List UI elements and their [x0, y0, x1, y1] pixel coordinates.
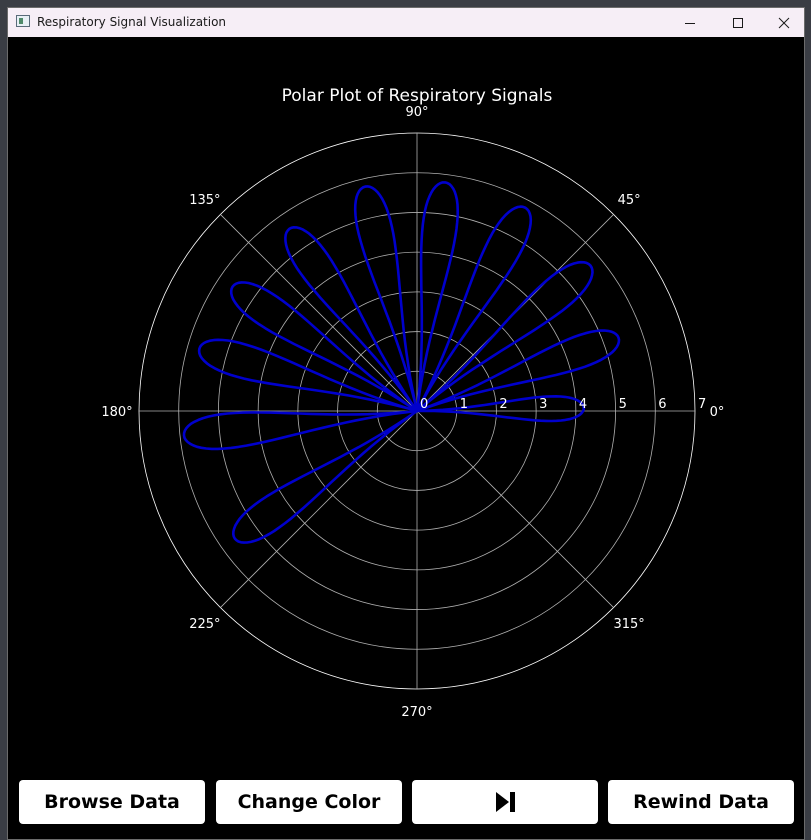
browse-data-button[interactable]: Browse Data — [19, 780, 205, 824]
angle-tick-label: 0° — [710, 405, 725, 420]
change-color-button[interactable]: Change Color — [216, 780, 402, 824]
signal-petal — [353, 185, 419, 412]
radial-tick-label: 0 — [420, 397, 428, 412]
skip-forward-icon — [496, 792, 515, 812]
radial-tick-label: 1 — [460, 397, 468, 412]
angle-tick-label: 135° — [189, 193, 220, 208]
radial-tick-label: 7 — [698, 397, 706, 412]
play-next-button[interactable] — [412, 780, 598, 824]
angle-tick-label: 45° — [618, 193, 641, 208]
radial-tick-label: 3 — [539, 397, 547, 412]
app-window: Respiratory Signal Visualization Polar P… — [7, 7, 805, 840]
minimize-button[interactable] — [667, 8, 713, 37]
title-bar[interactable]: Respiratory Signal Visualization — [8, 8, 804, 37]
angle-tick-label: 180° — [101, 405, 132, 420]
angle-tick-label: 270° — [401, 705, 432, 720]
close-button[interactable] — [761, 8, 807, 37]
maximize-icon — [733, 17, 743, 28]
action-button-bar: Browse Data Change Color Rewind Data — [19, 780, 795, 824]
angle-tick-label: 315° — [613, 617, 644, 632]
angle-tick-label: 90° — [405, 105, 428, 120]
app-icon — [16, 15, 30, 27]
rewind-data-button[interactable]: Rewind Data — [608, 780, 794, 824]
polar-chart: Polar Plot of Respiratory Signals 0° 45° 9… — [8, 37, 806, 777]
maximize-button[interactable] — [715, 8, 761, 37]
radial-tick-labels: 0 1 2 3 4 5 6 7 — [420, 397, 706, 412]
window-title: Respiratory Signal Visualization — [37, 15, 227, 29]
chart-title: Polar Plot of Respiratory Signals — [282, 86, 553, 106]
angle-tick-label: 225° — [189, 617, 220, 632]
minimize-icon — [685, 22, 695, 24]
radial-tick-label: 5 — [619, 397, 627, 412]
close-icon — [778, 17, 790, 28]
angular-grid-line — [416, 410, 614, 608]
radial-tick-label: 4 — [579, 397, 587, 412]
radial-tick-label: 6 — [658, 397, 666, 412]
signal-petal — [232, 409, 418, 544]
radial-tick-label: 2 — [499, 397, 507, 412]
polar-chart-svg: Polar Plot of Respiratory Signals 0° 45° 9… — [101, 86, 725, 720]
